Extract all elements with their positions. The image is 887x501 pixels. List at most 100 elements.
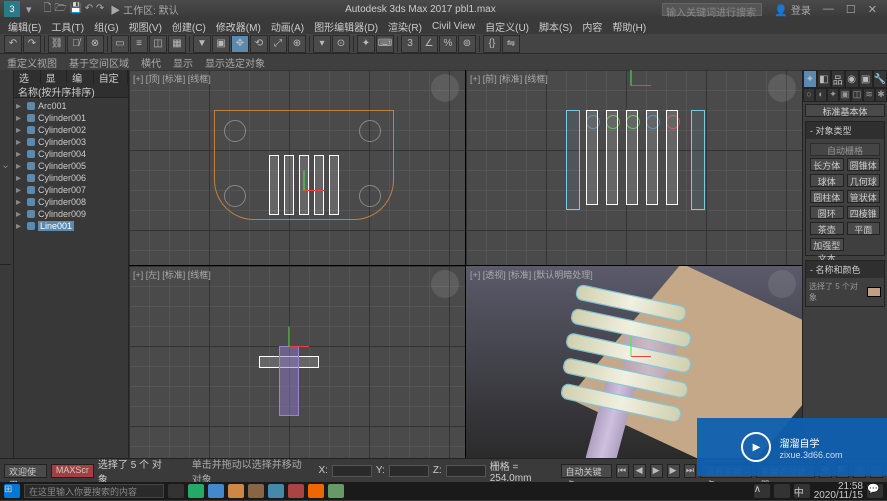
- select-icon[interactable]: ▭: [111, 35, 129, 53]
- ime-icon[interactable]: 中: [794, 484, 810, 498]
- primitive-button[interactable]: 管状体: [847, 190, 881, 203]
- left-tab-1[interactable]: ›: [0, 70, 11, 265]
- subtab-helpers-icon[interactable]: ◫: [851, 88, 863, 102]
- primitive-button[interactable]: 四棱锥: [847, 206, 881, 219]
- coord-z-input[interactable]: [446, 465, 486, 477]
- viewport-top[interactable]: [+] [顶] [标准] [线框]: [129, 70, 465, 265]
- viewport-persp-label[interactable]: [+] [透视] [标准] [默认明暗处理]: [470, 268, 593, 281]
- menu-script[interactable]: 脚本(S): [535, 19, 576, 34]
- primitive-button[interactable]: 几何球体: [847, 174, 881, 187]
- select-region-icon[interactable]: ◫: [149, 35, 167, 53]
- tab-motion-icon[interactable]: ◉: [845, 70, 859, 88]
- spinner-snap-icon[interactable]: ⊚: [458, 35, 476, 53]
- explorer-tab-display[interactable]: 显示: [41, 70, 68, 84]
- maxscript-button[interactable]: MAXScr: [51, 464, 94, 478]
- app-icon[interactable]: [288, 484, 304, 498]
- tab-hierarchy-icon[interactable]: 品: [831, 70, 845, 88]
- app-icon[interactable]: [328, 484, 344, 498]
- primitive-button[interactable]: 圆环: [810, 206, 844, 219]
- menu-group[interactable]: 组(G): [90, 19, 122, 34]
- goto-end-icon[interactable]: ⏭: [684, 464, 697, 478]
- tree-node[interactable]: ▸Cylinder002: [16, 124, 126, 136]
- primitive-button[interactable]: 长方体: [810, 158, 844, 171]
- primitive-button[interactable]: 球体: [810, 174, 844, 187]
- select-object-icon[interactable]: ▣: [212, 35, 230, 53]
- tree-node[interactable]: ▸Cylinder005: [16, 160, 126, 172]
- tree-node[interactable]: ▸Cylinder007: [16, 184, 126, 196]
- tree-node[interactable]: ▸Arc001: [16, 100, 126, 112]
- tree-node[interactable]: ▸Line001: [16, 220, 126, 232]
- ribbon-sub-1[interactable]: 基于空间区域: [66, 55, 132, 70]
- tree-node[interactable]: ▸Cylinder004: [16, 148, 126, 160]
- menu-customize[interactable]: 自定义(U): [481, 19, 533, 34]
- subtab-geometry-icon[interactable]: ○: [803, 88, 815, 102]
- login-button[interactable]: 👤 登录: [768, 2, 817, 17]
- ribbon-sub-2[interactable]: 横代: [138, 55, 164, 70]
- rollout-header[interactable]: - 对象类型: [806, 122, 884, 139]
- tree-node[interactable]: ▸Cylinder009: [16, 208, 126, 220]
- manipulate-icon[interactable]: ✦: [357, 35, 375, 53]
- explorer-tree[interactable]: ▸Arc001▸Cylinder001▸Cylinder002▸Cylinder…: [14, 98, 128, 460]
- link-icon[interactable]: ⛓: [48, 35, 66, 53]
- subtab-cameras-icon[interactable]: ▣: [839, 88, 851, 102]
- refcoord-icon[interactable]: ▾: [313, 35, 331, 53]
- tray-icon[interactable]: ∧: [754, 484, 770, 498]
- tab-utilities-icon[interactable]: 🔧: [873, 70, 887, 88]
- pivot-icon[interactable]: ⊙: [332, 35, 350, 53]
- viewport-left[interactable]: [+] [左] [标准] [线框]: [129, 266, 465, 461]
- viewport-front[interactable]: [+] [前] [标准] [线框]: [466, 70, 802, 265]
- explorer-tab-custom[interactable]: 自定义: [94, 70, 128, 84]
- subtab-systems-icon[interactable]: ✱: [875, 88, 887, 102]
- goto-start-icon[interactable]: ⏮: [616, 464, 629, 478]
- ribbon-sub-4[interactable]: 显示选定对象: [202, 55, 268, 70]
- snap-icon[interactable]: 3: [401, 35, 419, 53]
- search-box[interactable]: 输入关键词进行搜索: [662, 3, 762, 16]
- left-tab-strip[interactable]: ›: [0, 70, 14, 460]
- angle-snap-icon[interactable]: ∠: [420, 35, 438, 53]
- minimize-icon[interactable]: —: [817, 3, 840, 15]
- menu-rendering[interactable]: 渲染(R): [384, 19, 426, 34]
- tree-node[interactable]: ▸Cylinder008: [16, 196, 126, 208]
- color-swatch[interactable]: [867, 287, 881, 297]
- app-icon[interactable]: [248, 484, 264, 498]
- unlink-icon[interactable]: ⛓̸: [67, 35, 85, 53]
- menu-grapheditors[interactable]: 图形编辑器(D): [310, 19, 382, 34]
- menu-animation[interactable]: 动画(A): [267, 19, 308, 34]
- primitive-button[interactable]: 圆锥体: [847, 158, 881, 171]
- select-name-icon[interactable]: ≡: [130, 35, 148, 53]
- tray-icon[interactable]: [774, 484, 790, 498]
- menu-modifiers[interactable]: 修改器(M): [212, 19, 265, 34]
- play-icon[interactable]: ▶: [650, 464, 663, 478]
- next-frame-icon[interactable]: ▶: [667, 464, 680, 478]
- prev-frame-icon[interactable]: ◀: [633, 464, 646, 478]
- rotate-icon[interactable]: ⟲: [250, 35, 268, 53]
- maximize-icon[interactable]: ☐: [840, 3, 862, 16]
- placement-icon[interactable]: ⊕: [288, 35, 306, 53]
- menu-tools[interactable]: 工具(T): [47, 19, 88, 34]
- viewport-top-label[interactable]: [+] [顶] [标准] [线框]: [133, 72, 211, 85]
- mirror-icon[interactable]: ⇋: [502, 35, 520, 53]
- app-icon[interactable]: [308, 484, 324, 498]
- menu-help[interactable]: 帮助(H): [608, 19, 650, 34]
- workspace-selector[interactable]: ▶ 工作区: 默认: [110, 2, 178, 17]
- taskbar-search[interactable]: 在这里输入你要搜索的内容: [24, 484, 164, 498]
- autokey-button[interactable]: 自动关键点: [561, 464, 612, 478]
- primitive-button[interactable]: 圆柱体: [810, 190, 844, 203]
- viewport-front-label[interactable]: [+] [前] [标准] [线框]: [470, 72, 548, 85]
- bind-icon[interactable]: ⊗: [86, 35, 104, 53]
- primitive-button[interactable]: 茶壶: [810, 222, 844, 235]
- primitive-button[interactable]: 加强型文本: [810, 238, 844, 251]
- menu-view[interactable]: 视图(V): [125, 19, 166, 34]
- notifications-icon[interactable]: 💬: [867, 484, 883, 498]
- ribbon-sub-0[interactable]: 重定义视图: [4, 55, 60, 70]
- menu-create[interactable]: 创建(C): [168, 19, 210, 34]
- viewcube-icon[interactable]: [768, 270, 796, 298]
- menu-content[interactable]: 内容: [578, 19, 606, 34]
- tree-node[interactable]: ▸Cylinder006: [16, 172, 126, 184]
- explorer-tab-select[interactable]: 选择: [14, 70, 41, 84]
- tree-node[interactable]: ▸Cylinder003: [16, 136, 126, 148]
- scale-icon[interactable]: ⤢: [269, 35, 287, 53]
- subtab-space-icon[interactable]: ≋: [863, 88, 875, 102]
- app-icon[interactable]: [188, 484, 204, 498]
- move-icon[interactable]: ✥: [231, 35, 249, 53]
